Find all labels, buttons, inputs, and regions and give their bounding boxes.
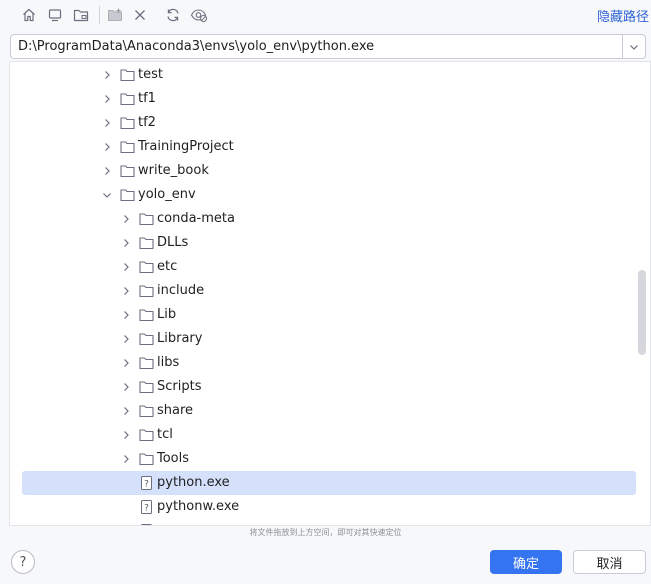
- selection-highlight: [22, 471, 636, 495]
- chevron-right-icon[interactable]: [101, 69, 113, 81]
- hide-path-link[interactable]: 隐藏路径: [597, 6, 649, 25]
- tree-folder-row[interactable]: Library: [10, 327, 650, 351]
- tree-folder-row[interactable]: etc: [10, 255, 650, 279]
- tree-item-label: share: [157, 403, 194, 418]
- unknown-file-icon: ?: [141, 500, 152, 514]
- tree-file-row[interactable]: ?: [10, 519, 650, 525]
- svg-text:?: ?: [144, 480, 149, 490]
- folder-icon: [139, 381, 154, 394]
- tree-item-label: libs: [157, 355, 180, 370]
- tree-folder-row[interactable]: conda-meta: [10, 207, 650, 231]
- new-folder-icon[interactable]: [105, 5, 125, 25]
- tree-scrollbar[interactable]: [638, 270, 646, 355]
- chevron-right-icon[interactable]: [101, 165, 113, 177]
- tree-item-label: python.exe: [157, 475, 230, 490]
- tree-item-label: tf1: [138, 91, 156, 106]
- path-field[interactable]: D:\ProgramData\Anaconda3\envs\yolo_env\p…: [10, 34, 646, 59]
- project-folder-icon[interactable]: [71, 5, 91, 25]
- tree-file-row[interactable]: ? python.exe: [10, 471, 650, 495]
- tree-item-label: write_book: [138, 163, 209, 178]
- tree-folder-row[interactable]: libs: [10, 351, 650, 375]
- unknown-file-icon: ?: [141, 476, 152, 490]
- folder-icon: [139, 285, 154, 298]
- folder-icon: [139, 309, 154, 322]
- folder-icon: [120, 141, 135, 154]
- tree-item-label: tf2: [138, 115, 156, 130]
- tree-folder-row[interactable]: yolo_env: [10, 183, 650, 207]
- tree-folder-row[interactable]: share: [10, 399, 650, 423]
- refresh-icon[interactable]: [163, 5, 183, 25]
- tree-item-label: include: [157, 283, 205, 298]
- svg-text:?: ?: [144, 504, 149, 514]
- folder-icon: [139, 333, 154, 346]
- chevron-right-icon[interactable]: [120, 285, 132, 297]
- path-history-dropdown[interactable]: [622, 35, 645, 58]
- chevron-right-icon[interactable]: [120, 381, 132, 393]
- folder-icon: [120, 117, 135, 130]
- help-button[interactable]: ?: [11, 550, 35, 574]
- tree-item-label: tcl: [157, 427, 173, 442]
- chevron-right-icon[interactable]: [120, 237, 132, 249]
- folder-icon: [120, 93, 135, 106]
- chevron-right-icon[interactable]: [120, 261, 132, 273]
- chevron-right-icon[interactable]: [120, 333, 132, 345]
- tree-item-label: TrainingProject: [138, 139, 234, 154]
- cancel-button[interactable]: 取消: [573, 550, 646, 574]
- tree-item-label: Library: [157, 331, 203, 346]
- folder-icon: [120, 165, 135, 178]
- tree-folder-row[interactable]: write_book: [10, 159, 650, 183]
- tree-folder-row[interactable]: TrainingProject: [10, 135, 650, 159]
- ok-button[interactable]: 确定: [490, 550, 562, 574]
- delete-icon[interactable]: [130, 5, 150, 25]
- tree-folder-row[interactable]: tf2: [10, 111, 650, 135]
- chevron-down-icon: [630, 44, 638, 50]
- folder-icon: [139, 261, 154, 274]
- folder-icon: [139, 453, 154, 466]
- folder-icon: [120, 69, 135, 82]
- folder-icon: [120, 189, 135, 202]
- home-icon[interactable]: [19, 5, 39, 25]
- chevron-right-icon[interactable]: [120, 213, 132, 225]
- unknown-file-icon: ?: [141, 524, 152, 525]
- tree-item-label: yolo_env: [138, 187, 196, 202]
- tree-folder-row[interactable]: DLLs: [10, 231, 650, 255]
- tree-item-label: etc: [157, 259, 178, 274]
- tree-item-label: Scripts: [157, 379, 202, 394]
- folder-icon: [139, 213, 154, 226]
- chevron-right-icon[interactable]: [120, 357, 132, 369]
- tree-item-label: conda-meta: [157, 211, 235, 226]
- drag-drop-hint: 将文件拖放到上方空间，即可对其快速定位: [249, 528, 402, 537]
- folder-icon: [139, 237, 154, 250]
- tree-item-label: Tools: [157, 451, 190, 466]
- tree-item-label: DLLs: [157, 235, 189, 250]
- tree-item-label: test: [138, 67, 163, 82]
- tree-file-row[interactable]: ? pythonw.exe: [10, 495, 650, 519]
- path-input-value[interactable]: D:\ProgramData\Anaconda3\envs\yolo_env\p…: [18, 39, 374, 54]
- tree-folder-row[interactable]: Tools: [10, 447, 650, 471]
- chevron-right-icon[interactable]: [101, 117, 113, 129]
- folder-icon: [139, 429, 154, 442]
- toolbar-separator: [99, 6, 100, 24]
- folder-icon: [139, 405, 154, 418]
- chevron-right-icon[interactable]: [120, 405, 132, 417]
- chevron-right-icon[interactable]: [120, 429, 132, 441]
- toolbar: 隐藏路径: [0, 0, 651, 30]
- show-hidden-icon[interactable]: [189, 5, 209, 25]
- folder-icon: [139, 357, 154, 370]
- tree-item-label: Lib: [157, 307, 177, 322]
- tree-folder-row[interactable]: include: [10, 279, 650, 303]
- tree-folder-row[interactable]: tf1: [10, 87, 650, 111]
- tree-folder-row[interactable]: test: [10, 63, 650, 87]
- tree-folder-row[interactable]: tcl: [10, 423, 650, 447]
- chevron-right-icon[interactable]: [101, 93, 113, 105]
- chevron-right-icon[interactable]: [120, 453, 132, 465]
- chevron-right-icon[interactable]: [120, 309, 132, 321]
- tree-folder-row[interactable]: Scripts: [10, 375, 650, 399]
- file-tree[interactable]: test tf1 tf2 TrainingProject write_book yolo_…: [9, 61, 651, 526]
- chevron-down-icon[interactable]: [101, 189, 113, 201]
- tree-folder-row[interactable]: Lib: [10, 303, 650, 327]
- tree-item-label: pythonw.exe: [157, 499, 240, 514]
- desktop-icon[interactable]: [45, 5, 65, 25]
- chevron-right-icon[interactable]: [101, 141, 113, 153]
